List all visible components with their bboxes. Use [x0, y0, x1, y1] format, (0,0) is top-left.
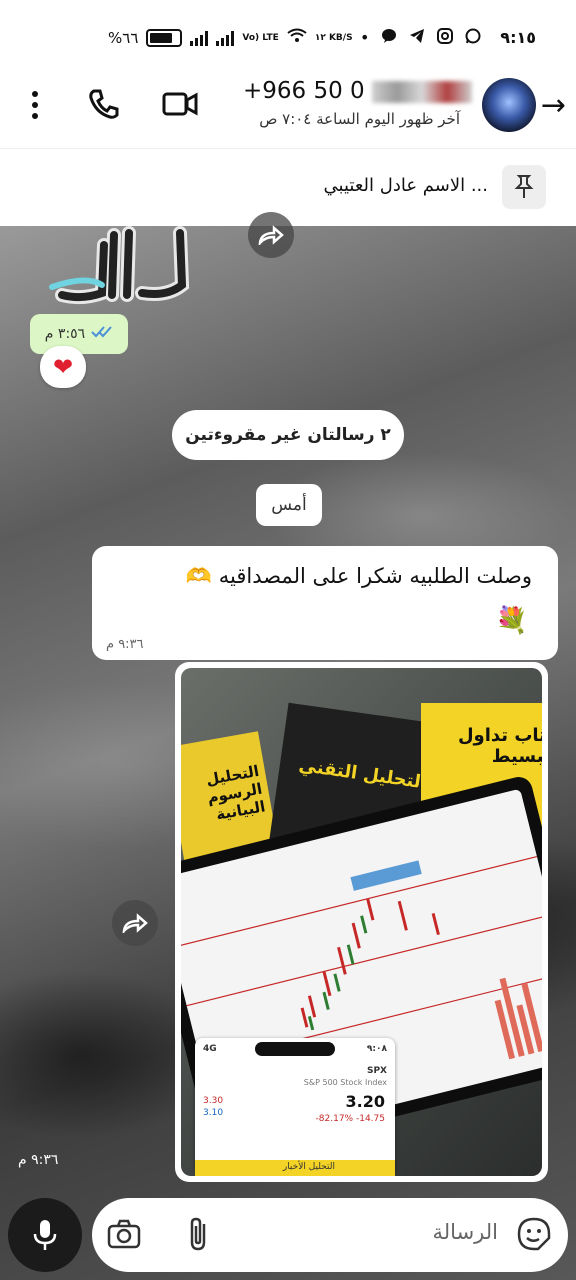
wifi-icon: [287, 28, 307, 48]
instagram-icon: [437, 28, 454, 48]
book-left-title: التحليل الرسوم البيانية: [204, 761, 267, 824]
flower-emoji: 💐: [495, 606, 528, 636]
pin-icon: [502, 165, 546, 209]
pinned-message-bar[interactable]: الاسم عادل العتيبي ...: [0, 148, 576, 226]
notification-icons: •: [360, 28, 481, 48]
incoming-text-message[interactable]: وصلت الطلبيه شكرا على المصداقيه 🫶 💐 ٩:٣٦…: [92, 546, 558, 660]
emoji-sticker-icon[interactable]: [516, 1216, 552, 1256]
message-time: ٩:٣٦ م: [106, 637, 144, 652]
date-separator: أمس: [256, 484, 322, 526]
more-options-icon[interactable]: [24, 90, 46, 124]
phone-card-bid: 3.30: [203, 1096, 224, 1106]
message-composer[interactable]: الرسالة: [92, 1198, 568, 1272]
status-time: ٩:١٥: [500, 28, 536, 47]
phone-card-ticker: SPX: [366, 1066, 387, 1076]
phone-card-ask: 3.10: [203, 1108, 224, 1118]
video-call-icon[interactable]: [160, 86, 200, 126]
phone-card-notch: [255, 1042, 335, 1056]
voice-call-icon[interactable]: [86, 86, 122, 126]
voice-record-button[interactable]: [8, 1198, 82, 1272]
heart-reaction[interactable]: ❤: [40, 346, 86, 388]
message-text: وصلت الطلبيه شكرا على المصداقيه 🫶: [185, 564, 532, 588]
phone-card-tabs: التحليل الأخبار: [282, 1162, 335, 1172]
forward-icon[interactable]: [248, 212, 294, 258]
pinned-message-text: الاسم عادل العتيبي ...: [323, 175, 488, 196]
phone-card-time: ٩:٠٨: [366, 1044, 387, 1054]
phone-card-ticker-sub: S&P 500 Stock Index: [303, 1078, 387, 1087]
sticker-time: ٣:٥٦ م: [44, 326, 86, 342]
battery-icon: [146, 29, 183, 47]
last-seen-status: آخر ظهور اليوم الساعة ٧:٠٤ ص: [259, 110, 460, 128]
phone-card-footer: التحليل الأخبار: [195, 1160, 395, 1176]
phone-card-network: 4G: [203, 1044, 217, 1054]
calligraphy-sticker[interactable]: [42, 225, 192, 315]
unread-messages-banner: ٢ رسالتان غير مقروءتين: [172, 410, 404, 460]
forward-image-icon[interactable]: [112, 900, 158, 946]
date-label: أمس: [271, 495, 307, 515]
book-center-title: التحليل التقني: [297, 754, 429, 794]
signal-icon: [190, 30, 209, 46]
whatsapp-icon: [465, 28, 481, 48]
contact-avatar[interactable]: [482, 78, 536, 132]
incoming-image-message[interactable]: التحليل الرسوم البيانية التحليل التقني ك…: [175, 662, 548, 1182]
sticker-time-badge: ٣:٥٦ م: [30, 314, 128, 354]
double-check-icon: [91, 325, 113, 343]
network-speed: ١٢ KB/S: [314, 32, 353, 43]
chat-notification-icon: [381, 28, 397, 48]
blurred-digits: [372, 80, 472, 103]
telegram-icon: [409, 28, 425, 48]
attach-icon[interactable]: [184, 1216, 214, 1256]
volte-label: Vo) LTE: [242, 32, 279, 43]
mic-icon: [33, 1220, 57, 1250]
message-input[interactable]: الرسالة: [433, 1220, 498, 1244]
phone-card-change: -82.17% -14.75: [315, 1114, 385, 1124]
image-time: ٩:٣٦ م: [18, 1152, 59, 1168]
contact-phone-number: +966 50 0: [242, 78, 365, 104]
contact-name[interactable]: +966 50 0: [243, 78, 472, 104]
heart-icon: ❤: [52, 353, 74, 381]
battery-percent: %٦٦: [108, 29, 139, 47]
chat-header: → +966 50 0 آخر ظهور اليوم الساعة ٧:٠٤ ص: [0, 66, 576, 148]
status-bar: %٦٦ Vo) LTE ١٢ KB/S • ٩:١٥: [0, 0, 576, 66]
unread-label: ٢ رسالتان غير مقروءتين: [185, 425, 391, 445]
photo-books-and-tablet[interactable]: التحليل الرسوم البيانية التحليل التقني ك…: [181, 668, 542, 1176]
signal-icon-2: [216, 30, 235, 46]
phone-screenshot-card: 4G ٩:٠٨ SPX S&P 500 Stock Index 3.20 -82…: [195, 1038, 395, 1176]
dot-icon: •: [360, 28, 370, 47]
status-left: %٦٦ Vo) LTE ١٢ KB/S: [108, 28, 353, 48]
book-right-title: كتاب تداول البسيط: [457, 725, 542, 767]
camera-icon[interactable]: [106, 1216, 142, 1256]
back-arrow-icon[interactable]: →: [541, 88, 566, 123]
phone-card-price: 3.20: [345, 1092, 385, 1111]
